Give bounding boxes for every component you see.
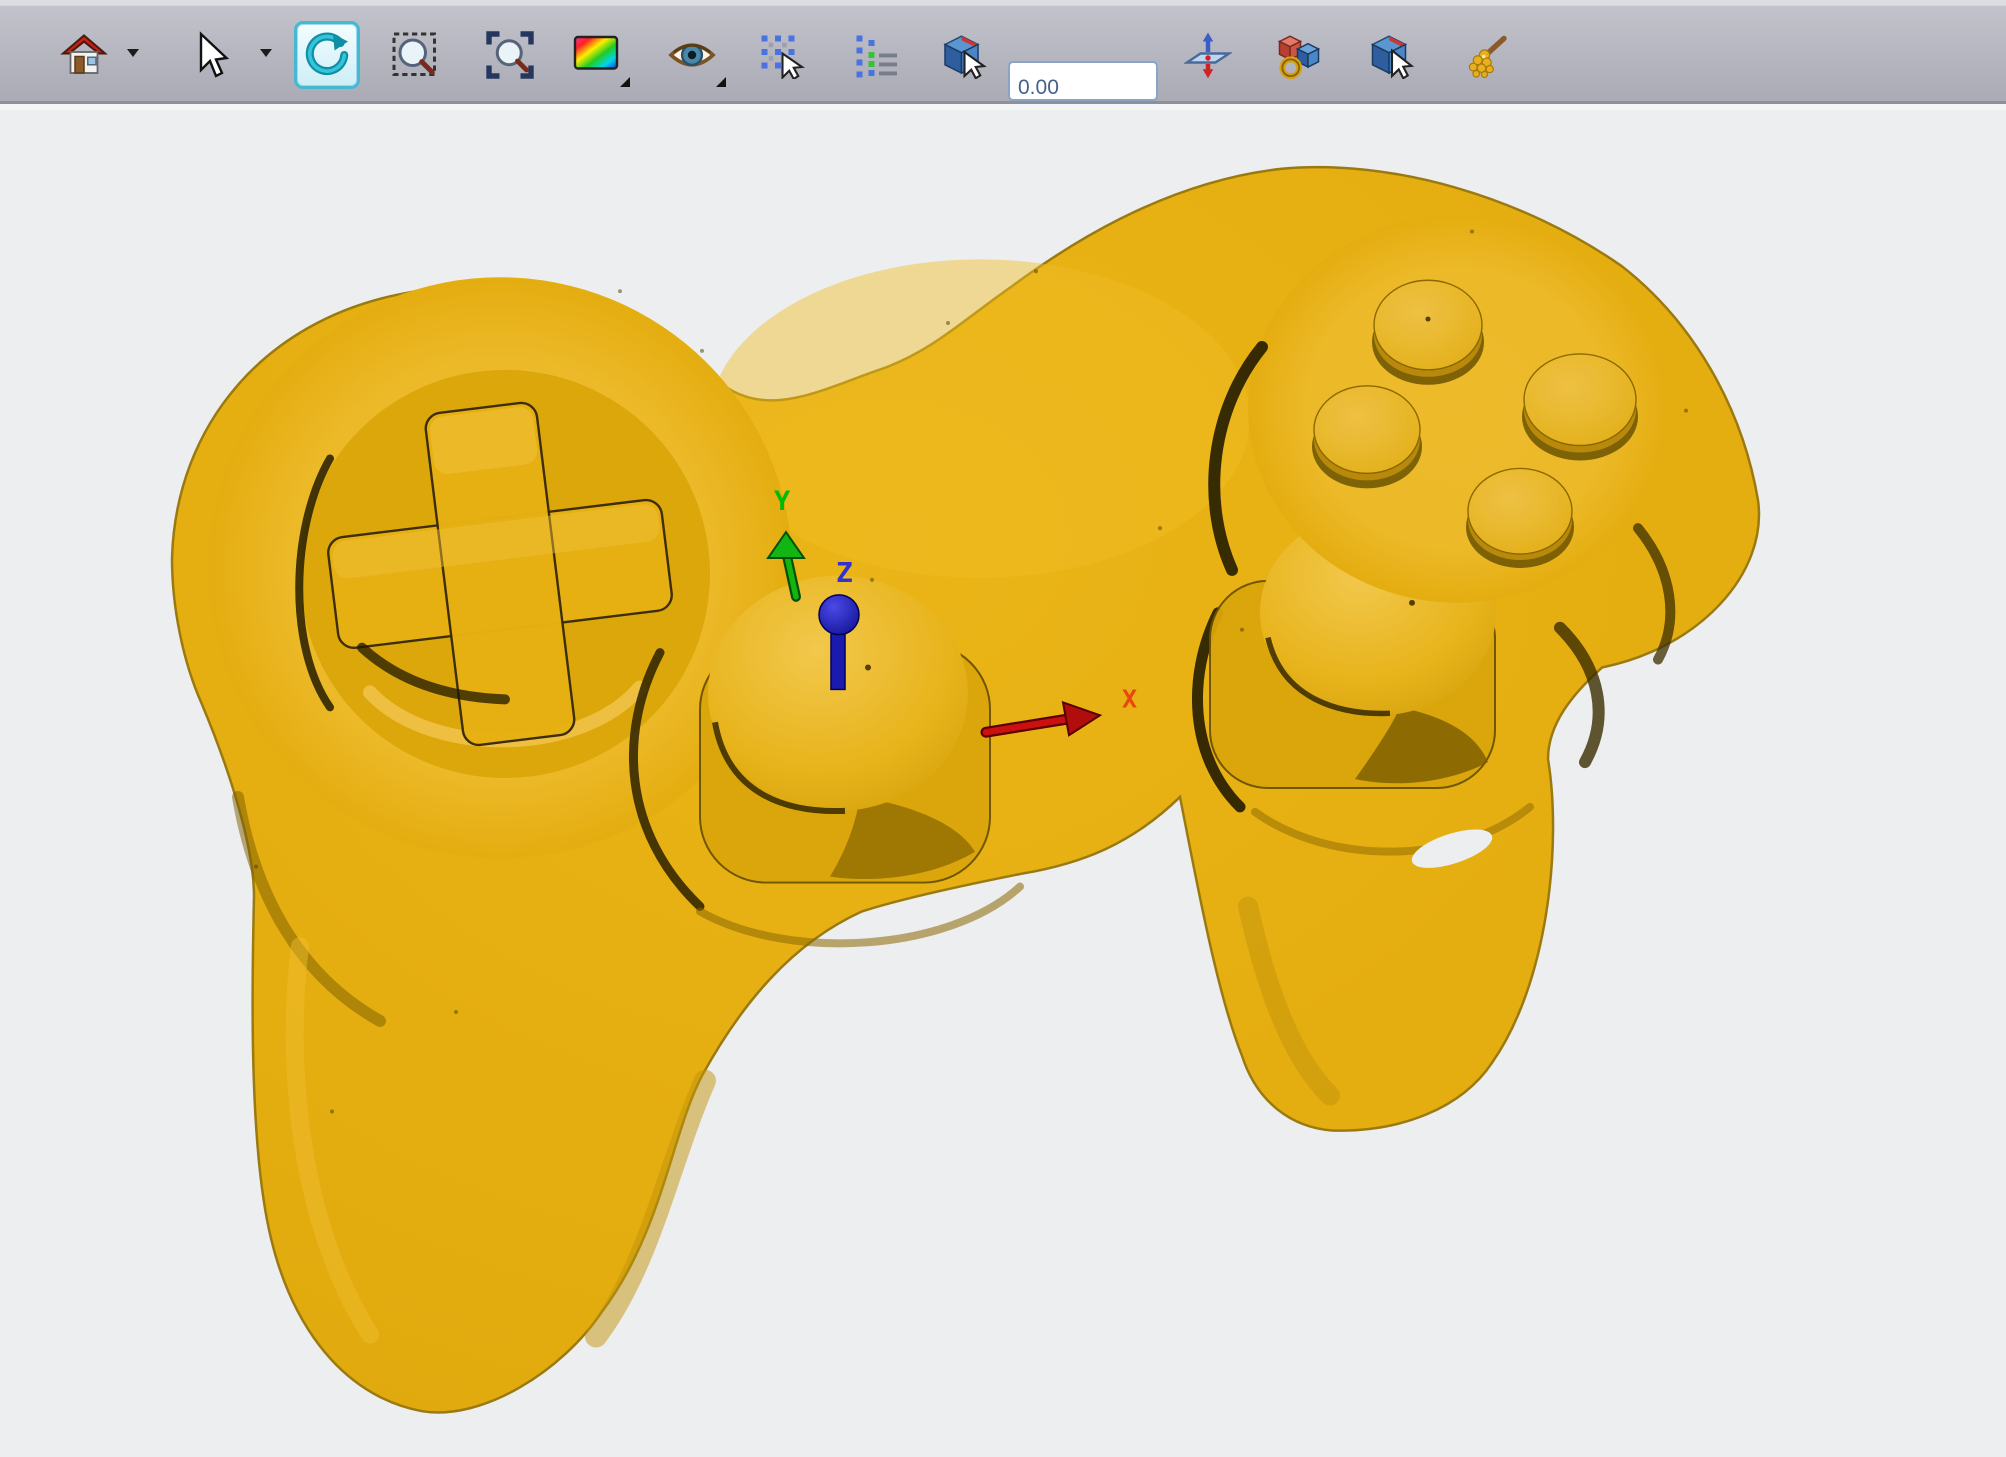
select-cursor-button[interactable]	[182, 27, 238, 83]
button-right[interactable]	[1522, 354, 1638, 461]
plane-flip-arrows-icon	[1184, 31, 1232, 79]
point-list-button[interactable]	[848, 27, 904, 83]
rotate-icon	[303, 31, 351, 79]
button-left[interactable]	[1312, 386, 1422, 489]
button-top[interactable]	[1372, 280, 1484, 385]
zoom-extents-button[interactable]	[482, 27, 538, 83]
color-map-icon	[572, 31, 620, 79]
cursor-icon	[186, 31, 234, 79]
viewport-3d[interactable]: Y Z X	[0, 104, 2006, 1457]
visibility-corner-dropdown[interactable]	[716, 77, 726, 87]
left-dome-dot	[865, 665, 871, 671]
color-map-corner-dropdown[interactable]	[620, 77, 630, 87]
home-button[interactable]	[56, 27, 112, 83]
cube-cursor-icon	[939, 31, 987, 79]
rotate-view-button[interactable]	[294, 21, 360, 89]
select-object-button[interactable]	[935, 27, 991, 83]
color-map-button[interactable]	[568, 27, 624, 83]
smooth-brush-button[interactable]	[1458, 27, 1514, 83]
cubes-ring-icon	[1275, 31, 1323, 79]
zoom-window-button[interactable]	[387, 27, 443, 83]
points-grid-cursor-icon	[757, 31, 805, 79]
app-window: Y Z X	[0, 0, 2006, 1457]
button-bottom[interactable]	[1466, 468, 1574, 568]
visibility-button[interactable]	[664, 27, 720, 83]
brush-comet-icon	[1462, 31, 1510, 79]
zoom-extents-icon	[486, 31, 534, 79]
button-top-dot	[1426, 317, 1431, 322]
home-dropdown-chevron[interactable]	[127, 49, 139, 57]
mirror-plane-button[interactable]	[1180, 27, 1236, 83]
z-axis-label: Z	[836, 556, 853, 589]
toolbar	[0, 0, 2006, 104]
controller-model[interactable]	[172, 167, 1759, 1412]
right-dome-dot	[1409, 600, 1415, 606]
points-list-icon	[852, 31, 900, 79]
y-axis-label: Y	[774, 486, 791, 517]
pick-object-button[interactable]	[1364, 27, 1420, 83]
select-points-button[interactable]	[753, 27, 809, 83]
home-icon	[60, 31, 108, 79]
zoom-window-icon	[391, 31, 439, 79]
eye-icon	[668, 31, 716, 79]
select-dropdown-chevron[interactable]	[260, 49, 272, 57]
boolean-objects-button[interactable]	[1271, 27, 1327, 83]
offset-input[interactable]	[1008, 61, 1158, 101]
bridge-highlight	[710, 259, 1250, 578]
cube-pointer-icon	[1368, 31, 1416, 79]
x-axis-label: X	[1122, 684, 1137, 713]
scene-canvas: Y Z X	[0, 110, 2006, 1457]
